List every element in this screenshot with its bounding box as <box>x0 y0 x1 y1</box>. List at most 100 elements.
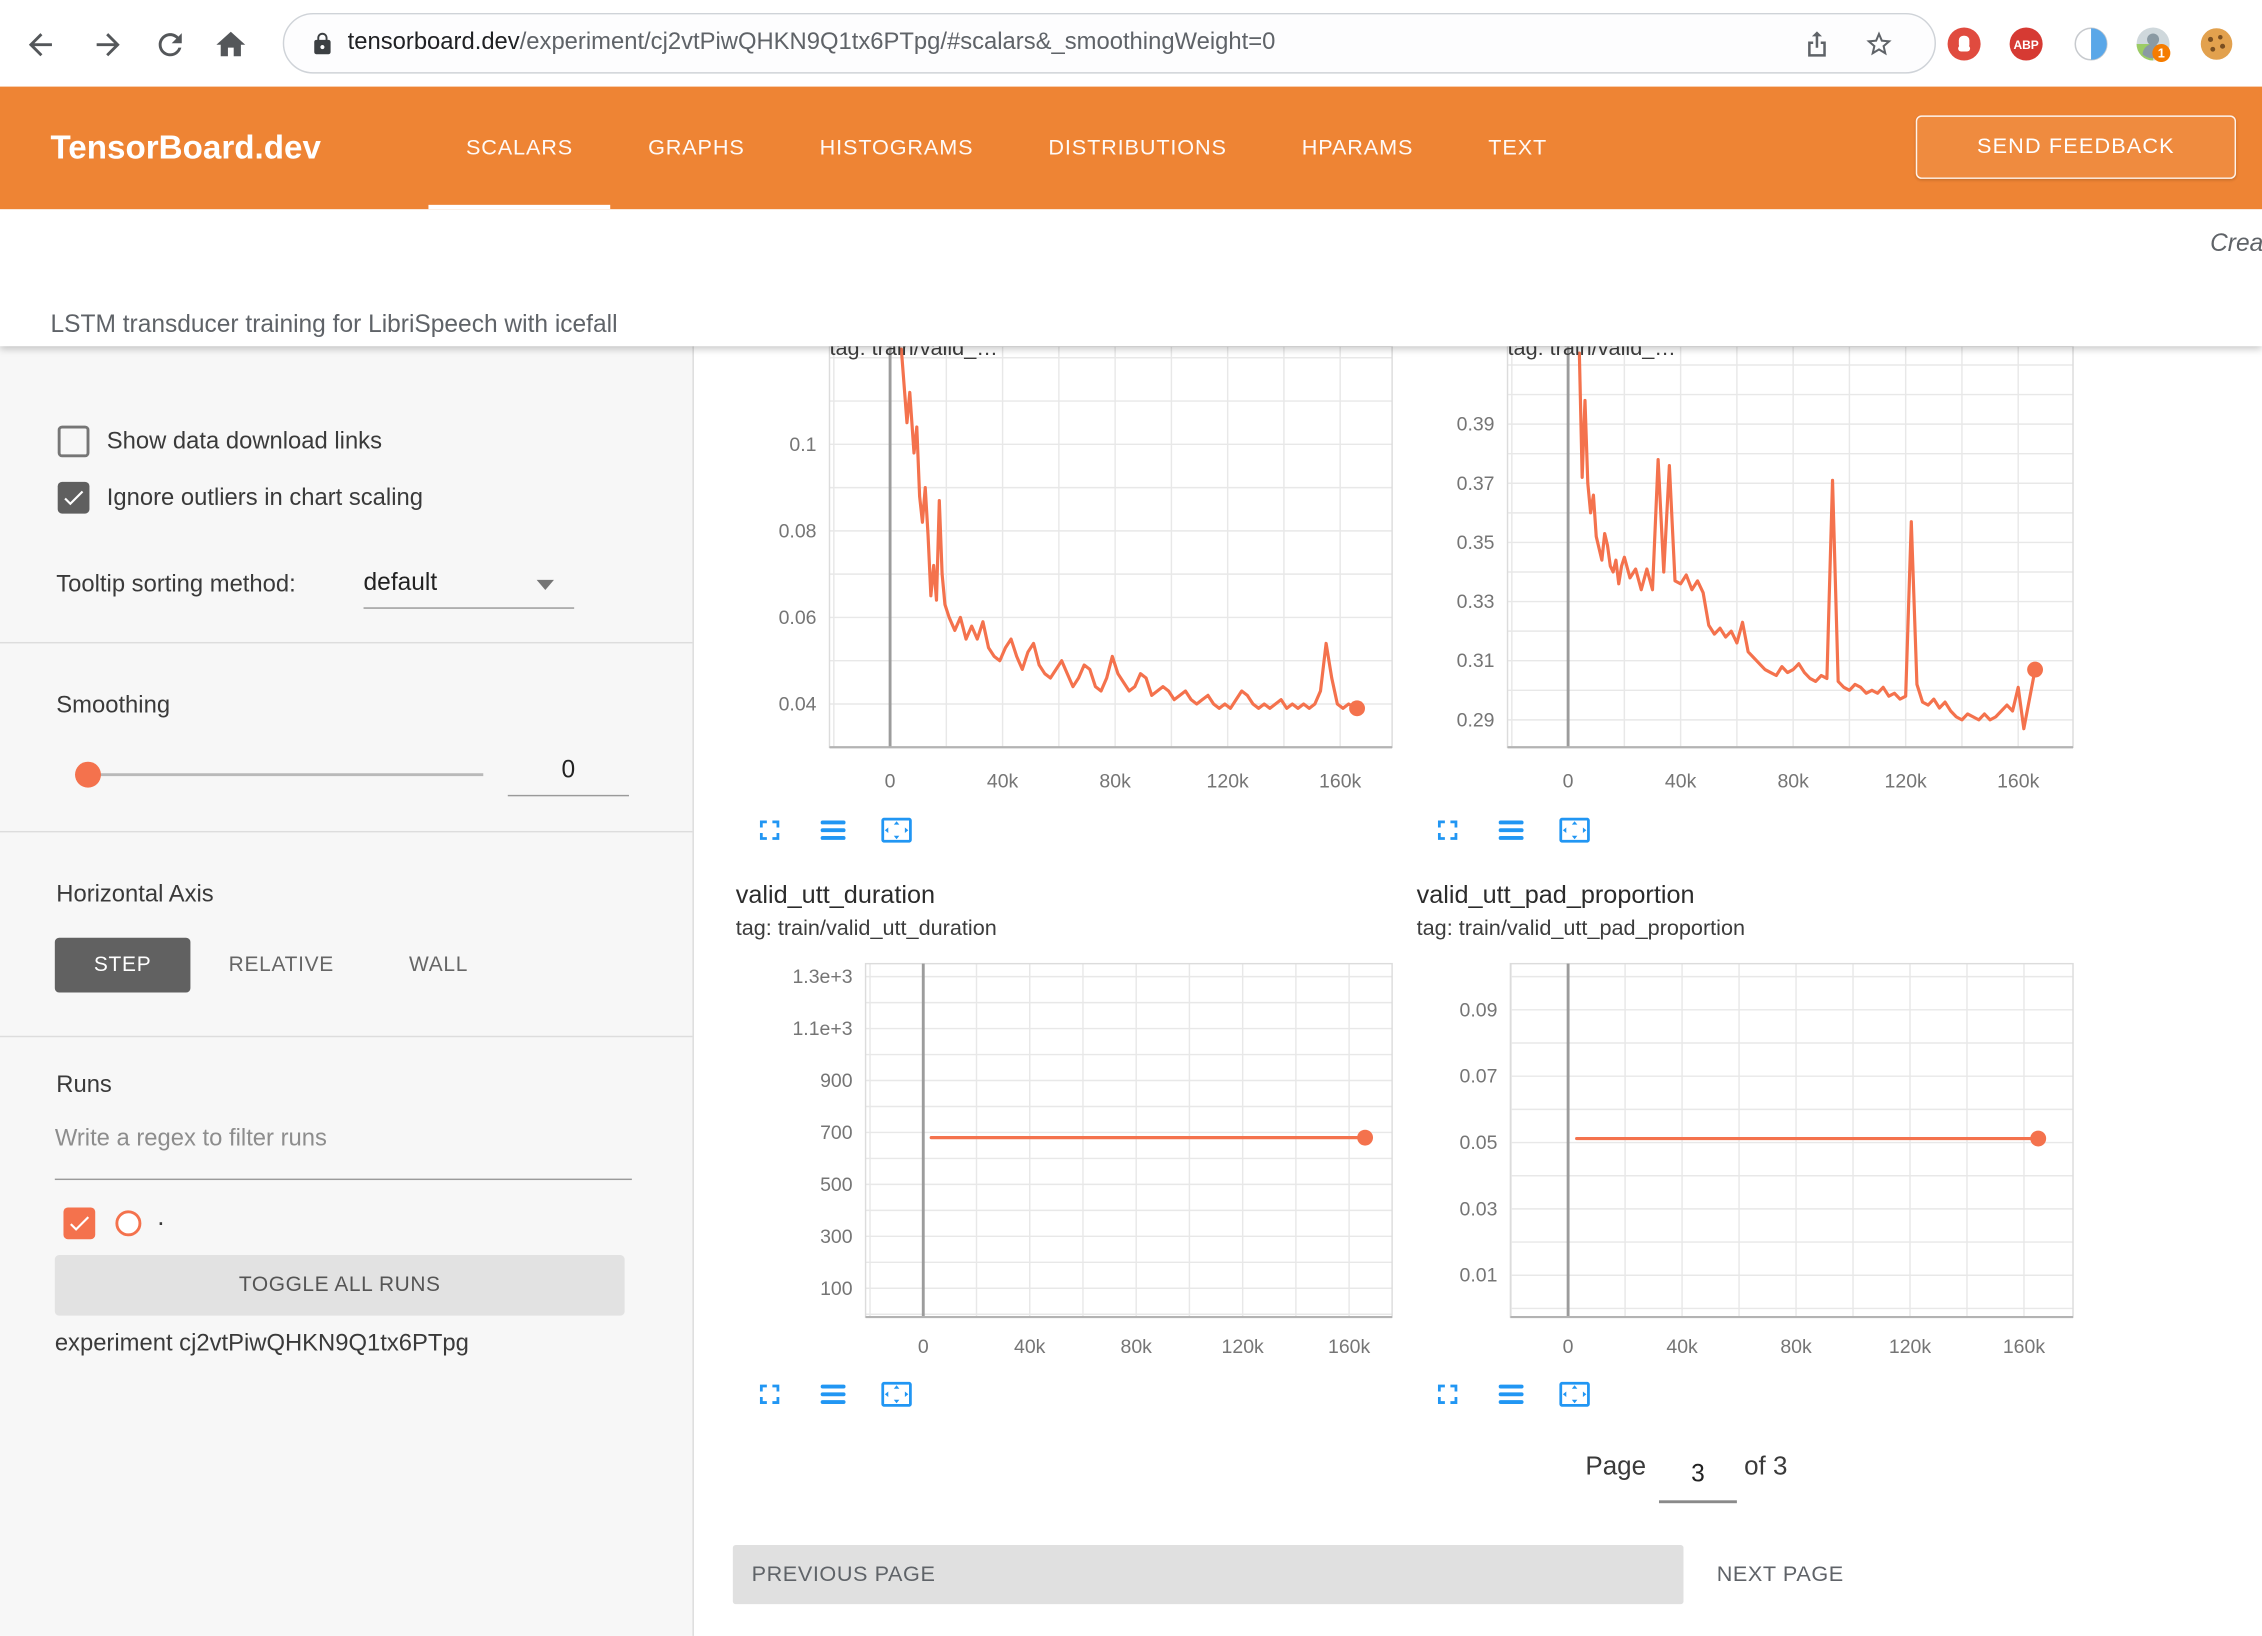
ignore-outliers-label: Ignore outliers in chart scaling <box>107 485 423 512</box>
svg-text:160k: 160k <box>2003 1336 2045 1358</box>
previous-page-button[interactable]: PREVIOUS PAGE <box>733 1545 1684 1604</box>
clipped-chart-tag-1: tag: train/valid_… <box>829 346 1045 362</box>
svg-text:120k: 120k <box>1222 1336 1264 1358</box>
forward-icon[interactable] <box>91 27 126 62</box>
abp-extension-icon[interactable]: ABP <box>2008 26 2044 62</box>
tab-distributions[interactable]: DISTRIBUTIONS <box>1011 87 1264 210</box>
svg-text:80k: 80k <box>1120 1336 1152 1358</box>
run-color-toggle[interactable] <box>115 1210 141 1236</box>
smoothing-slider-track[interactable] <box>87 773 484 776</box>
tab-text[interactable]: TEXT <box>1451 87 1585 210</box>
run-name-label: . <box>157 1202 164 1232</box>
svg-text:1.1e+3: 1.1e+3 <box>792 1018 852 1040</box>
svg-text:120k: 120k <box>1885 771 1927 793</box>
tensorboard-logo[interactable]: TensorBoard.dev <box>50 87 320 210</box>
axis-relative-button[interactable]: RELATIVE <box>205 938 358 993</box>
run-checkbox[interactable] <box>63 1207 95 1239</box>
toggle-all-runs-button[interactable]: TOGGLE ALL RUNS <box>55 1255 625 1316</box>
adblock-extension-icon[interactable] <box>1946 26 1982 62</box>
page-count-label: of 3 <box>1744 1451 1787 1481</box>
fullscreen-icon[interactable] <box>753 814 786 847</box>
share-icon[interactable] <box>1802 29 1832 59</box>
runs-filter-input[interactable] <box>55 1125 632 1152</box>
svg-text:0: 0 <box>885 771 896 793</box>
tab-scalars[interactable]: SCALARS <box>428 87 610 210</box>
chart-title-valid-utt-pad-proportion: valid_utt_pad_proportion <box>1417 880 1695 910</box>
send-feedback-button[interactable]: SEND FEEDBACK <box>1916 115 2236 178</box>
fit-domain-icon[interactable] <box>880 1378 913 1411</box>
experiment-id-label: experiment cj2vtPiwQHKN9Q1tx6PTpg <box>55 1330 469 1357</box>
data-table-icon[interactable] <box>1495 1378 1528 1411</box>
svg-text:900: 900 <box>820 1070 853 1092</box>
lock-icon <box>310 32 335 57</box>
smoothing-value-field[interactable]: 0 <box>508 756 629 785</box>
runs-input-underline <box>55 1179 632 1180</box>
back-icon[interactable] <box>23 27 58 62</box>
dropdown-underline <box>364 607 575 608</box>
svg-text:0.31: 0.31 <box>1457 650 1495 672</box>
data-table-icon[interactable] <box>1495 814 1528 847</box>
svg-text:0.03: 0.03 <box>1460 1198 1498 1220</box>
scalar-chart-top-left[interactable]: 040k80k120k160k0.040.060.080.1 <box>750 346 1428 796</box>
fit-domain-icon[interactable] <box>1558 1378 1591 1411</box>
smoothing-label: Smoothing <box>56 692 170 719</box>
tooltip-sorting-dropdown[interactable]: default <box>364 568 438 597</box>
app-header: TensorBoard.dev SCALARS GRAPHS HISTOGRAM… <box>0 87 2262 210</box>
scalar-chart-valid-utt-pad-proportion[interactable]: 040k80k120k160k0.010.030.050.070.09 <box>1443 938 2121 1371</box>
fullscreen-icon[interactable] <box>1431 1378 1464 1411</box>
blue-extension-icon[interactable] <box>2073 26 2109 62</box>
svg-text:160k: 160k <box>1319 771 1361 793</box>
profile-avatar-icon[interactable]: 1 <box>2135 26 2171 62</box>
axis-wall-button[interactable]: WALL <box>375 938 502 993</box>
fullscreen-icon[interactable] <box>753 1378 786 1411</box>
svg-text:80k: 80k <box>1780 1336 1812 1358</box>
fullscreen-icon[interactable] <box>1431 814 1464 847</box>
bookmark-star-icon[interactable] <box>1864 29 1894 59</box>
fit-domain-icon[interactable] <box>880 814 913 847</box>
chart-toolbar-4 <box>1431 1378 1591 1411</box>
page-label: Page <box>1585 1451 1646 1481</box>
nav-tabs: SCALARS GRAPHS HISTOGRAMS DISTRIBUTIONS … <box>428 87 1584 210</box>
svg-text:300: 300 <box>820 1226 853 1248</box>
show-download-links-checkbox[interactable] <box>58 426 90 458</box>
svg-text:100: 100 <box>820 1278 853 1300</box>
cookie-extension-icon[interactable] <box>2199 26 2235 62</box>
tooltip-sorting-label: Tooltip sorting method: <box>56 571 295 598</box>
tab-graphs[interactable]: GRAPHS <box>611 87 783 210</box>
reload-icon[interactable] <box>153 27 188 62</box>
svg-text:40k: 40k <box>1666 1336 1698 1358</box>
svg-text:0.35: 0.35 <box>1457 532 1495 554</box>
axis-step-button[interactable]: STEP <box>55 938 191 993</box>
address-bar[interactable]: tensorboard.dev/experiment/cj2vtPiwQHKN9… <box>283 13 1936 74</box>
svg-text:0: 0 <box>918 1336 929 1358</box>
svg-text:0.05: 0.05 <box>1460 1132 1498 1154</box>
svg-text:80k: 80k <box>1099 771 1131 793</box>
tab-hparams[interactable]: HPARAMS <box>1264 87 1451 210</box>
show-download-links-label: Show data download links <box>107 428 382 455</box>
data-table-icon[interactable] <box>817 814 850 847</box>
chevron-down-icon[interactable] <box>537 580 554 590</box>
page-input-underline <box>1659 1500 1737 1502</box>
svg-text:0.04: 0.04 <box>779 693 817 715</box>
fit-domain-icon[interactable] <box>1558 814 1591 847</box>
svg-text:0.33: 0.33 <box>1457 591 1495 613</box>
chart-title-valid-utt-duration: valid_utt_duration <box>736 880 935 910</box>
page-number-input[interactable]: 3 <box>1659 1460 1737 1489</box>
svg-text:0.01: 0.01 <box>1460 1265 1498 1287</box>
next-page-button[interactable]: NEXT PAGE <box>1717 1545 1844 1604</box>
svg-text:0.06: 0.06 <box>779 607 817 629</box>
scalar-chart-top-right[interactable]: 040k80k120k160k0.290.310.330.350.370.39 <box>1443 346 2121 796</box>
data-table-icon[interactable] <box>817 1378 850 1411</box>
scalar-chart-valid-utt-duration[interactable]: 040k80k120k160k1003005007009001.1e+31.3e… <box>750 938 1428 1371</box>
svg-text:700: 700 <box>820 1122 853 1144</box>
home-icon[interactable] <box>214 27 249 62</box>
ignore-outliers-checkbox[interactable] <box>58 482 90 514</box>
chart-toolbar-2 <box>1431 814 1591 847</box>
tab-histograms[interactable]: HISTOGRAMS <box>782 87 1011 210</box>
svg-text:0.39: 0.39 <box>1457 414 1495 436</box>
url-domain: tensorboard.dev <box>348 29 520 55</box>
svg-text:0.07: 0.07 <box>1460 1066 1498 1088</box>
divider <box>0 1036 692 1037</box>
chart-toolbar-1 <box>753 814 913 847</box>
smoothing-slider-thumb[interactable] <box>75 762 101 788</box>
